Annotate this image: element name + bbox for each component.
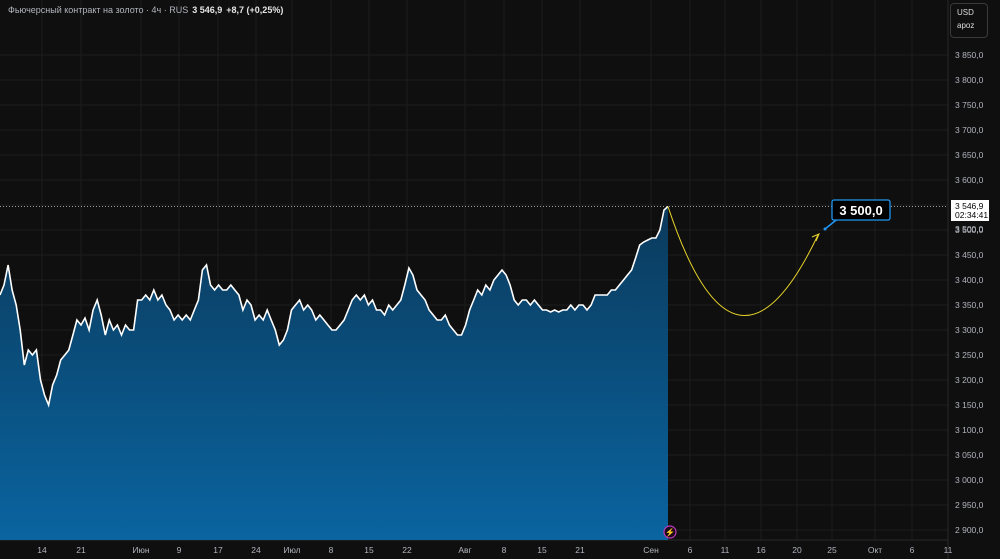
y-tick-label: 3 600,0	[955, 175, 984, 185]
x-tick-label: Окт	[868, 545, 882, 555]
x-tick-label: 20	[792, 545, 802, 555]
target-callout-text: 3 500,0	[839, 203, 882, 218]
x-tick-label: 22	[402, 545, 412, 555]
currency-box[interactable]: USD apoz	[950, 3, 988, 38]
x-tick-label: 16	[756, 545, 766, 555]
y-tick-label: 3 650,0	[955, 150, 984, 160]
x-tick-label: Сен	[643, 545, 659, 555]
x-tick-label: 11	[944, 545, 953, 555]
y-tick-label: 2 950,0	[955, 500, 984, 510]
y-tick-label: 3 700,0	[955, 125, 984, 135]
price-chart[interactable]: 2 900,0 2 950,0 3 000,0 3 050,0 3 100,0 3 150…	[0, 0, 1000, 559]
chart-window: 2 900,0 2 950,0 3 000,0 3 050,0 3 100,0 3 150…	[0, 0, 1000, 559]
x-tick-label: 21	[76, 545, 86, 555]
x-tick-label: 6	[910, 545, 915, 555]
x-tick-label: Июн	[132, 545, 149, 555]
y-tick-label: 3 800,0	[955, 75, 984, 85]
scale-mode-label: apoz	[957, 21, 975, 30]
y-tick-label: 3 400,0	[955, 275, 984, 285]
x-tick-label: 15	[364, 545, 374, 555]
callout-anchor	[823, 227, 827, 231]
x-tick-label: 8	[502, 545, 507, 555]
x-tick-label: 9	[177, 545, 182, 555]
y-tick-label: 3 250,0	[955, 350, 984, 360]
symbol-title: Фьючерсный контракт на золото · 4ч · RUS	[8, 5, 189, 15]
x-tick-label: 11	[721, 545, 730, 555]
y-tick-label: 3 100,0	[955, 425, 984, 435]
x-tick-label: 21	[575, 545, 585, 555]
x-tick-label: 25	[827, 545, 837, 555]
last-price: 3 546,9	[192, 5, 223, 15]
y-tick-label: 3 050,0	[955, 450, 984, 460]
lightning-glyph: ⚡	[665, 527, 675, 537]
x-tick-label: 6	[688, 545, 693, 555]
y-tick-label: 3 200,0	[955, 375, 984, 385]
y-tick-label: 3 850,0	[955, 50, 984, 60]
y-tick-label: 3 300,0	[955, 325, 984, 335]
y-tick-label: 3 750,0	[955, 100, 984, 110]
currency-label: USD	[957, 8, 974, 17]
x-tick-label: 8	[329, 545, 334, 555]
x-tick-label: Июл	[283, 545, 300, 555]
price-area	[0, 206, 668, 540]
chart-header: Фьючерсный контракт на золото · 4ч · RUS…	[8, 5, 283, 15]
y-tick-label: 3 450,0	[955, 250, 984, 260]
y-tick-label: 3 350,0	[955, 300, 984, 310]
x-tick-label: 24	[251, 545, 261, 555]
price-change: +8,7 (+0,25%)	[226, 5, 284, 15]
x-tick-label: Авг	[458, 545, 471, 555]
x-tick-label: 14	[37, 545, 47, 555]
target-axis-label: 3 500,0	[955, 224, 984, 234]
x-tick-label: 17	[213, 545, 223, 555]
x-tick-label: 15	[537, 545, 547, 555]
y-tick-label: 3 000,0	[955, 475, 984, 485]
countdown-label: 02:34:41	[955, 210, 988, 220]
y-tick-label: 2 900,0	[955, 525, 984, 535]
y-tick-label: 3 150,0	[955, 400, 984, 410]
